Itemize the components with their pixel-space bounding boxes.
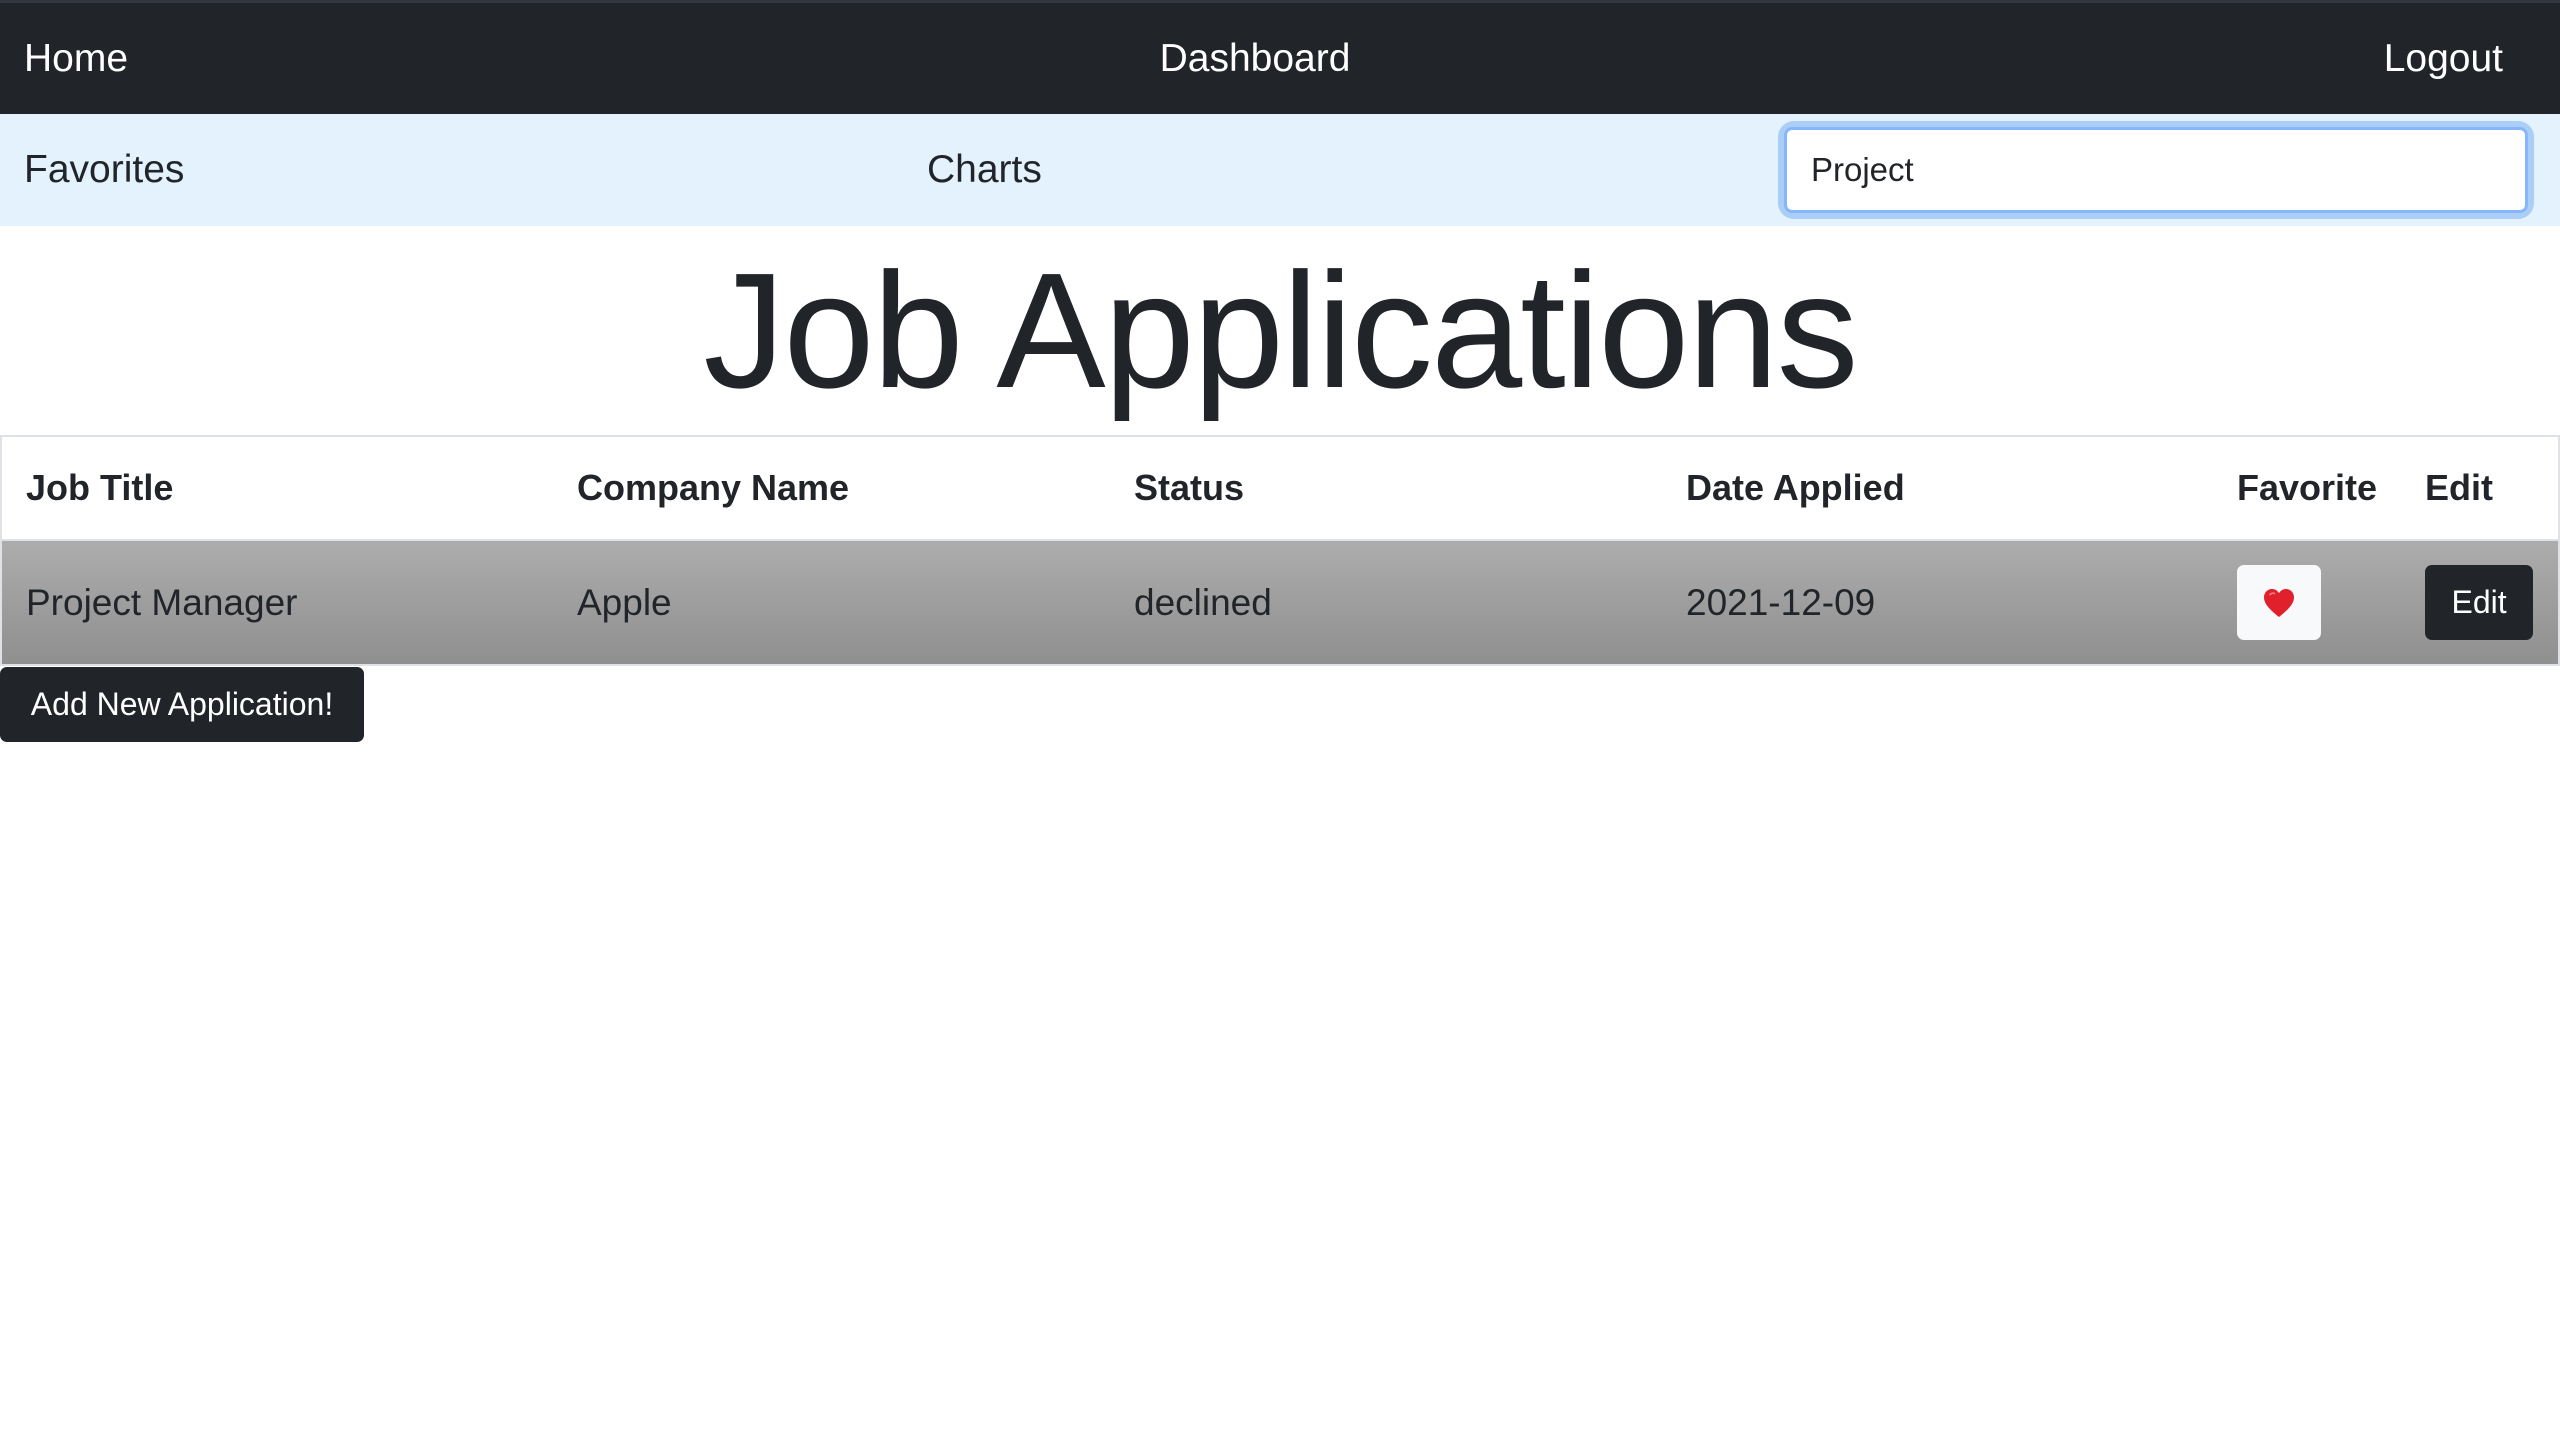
secondary-navbar: Favorites Charts bbox=[0, 114, 2560, 226]
column-header-favorite: Favorite bbox=[2213, 436, 2402, 541]
heart-icon bbox=[2264, 588, 2294, 617]
favorite-button[interactable] bbox=[2237, 565, 2321, 640]
edit-button[interactable]: Edit bbox=[2425, 565, 2534, 640]
column-header-job-title: Job Title bbox=[1, 436, 553, 541]
column-header-company-name: Company Name bbox=[553, 436, 1110, 541]
nav-charts-link[interactable]: Charts bbox=[927, 114, 1042, 226]
cell-date-applied: 2021-12-09 bbox=[1686, 581, 1876, 623]
nav-dashboard-link[interactable]: Dashboard bbox=[0, 3, 2510, 114]
page-title: Job Applications bbox=[703, 239, 1858, 422]
column-header-edit: Edit bbox=[2401, 436, 2559, 541]
search-field-wrapper bbox=[1784, 127, 2528, 213]
table-header-row: Job Title Company Name Status Date Appli… bbox=[1, 436, 2559, 541]
cell-job-title: Project Manager bbox=[26, 581, 298, 623]
table-row: Project Manager Apple declined 2021-12-0… bbox=[1, 540, 2559, 665]
table-header: Job Title Company Name Status Date Appli… bbox=[1, 436, 2559, 541]
search-input[interactable] bbox=[1784, 127, 2528, 213]
column-header-date-applied: Date Applied bbox=[1662, 436, 2213, 541]
cell-status: declined bbox=[1134, 581, 1272, 623]
nav-favorites-link[interactable]: Favorites bbox=[24, 114, 184, 226]
cell-edit: Edit bbox=[2401, 540, 2559, 665]
top-navbar: Home Dashboard Logout bbox=[0, 0, 2560, 114]
table-body: Project Manager Apple declined 2021-12-0… bbox=[1, 540, 2559, 665]
nav-logout-link[interactable]: Logout bbox=[2384, 3, 2503, 114]
cell-company-name: Apple bbox=[577, 581, 672, 623]
add-new-application-button[interactable]: Add New Application! bbox=[0, 667, 364, 742]
column-header-status: Status bbox=[1110, 436, 1662, 541]
cell-favorite bbox=[2213, 540, 2401, 665]
applications-table: Job Title Company Name Status Date Appli… bbox=[0, 435, 2560, 666]
